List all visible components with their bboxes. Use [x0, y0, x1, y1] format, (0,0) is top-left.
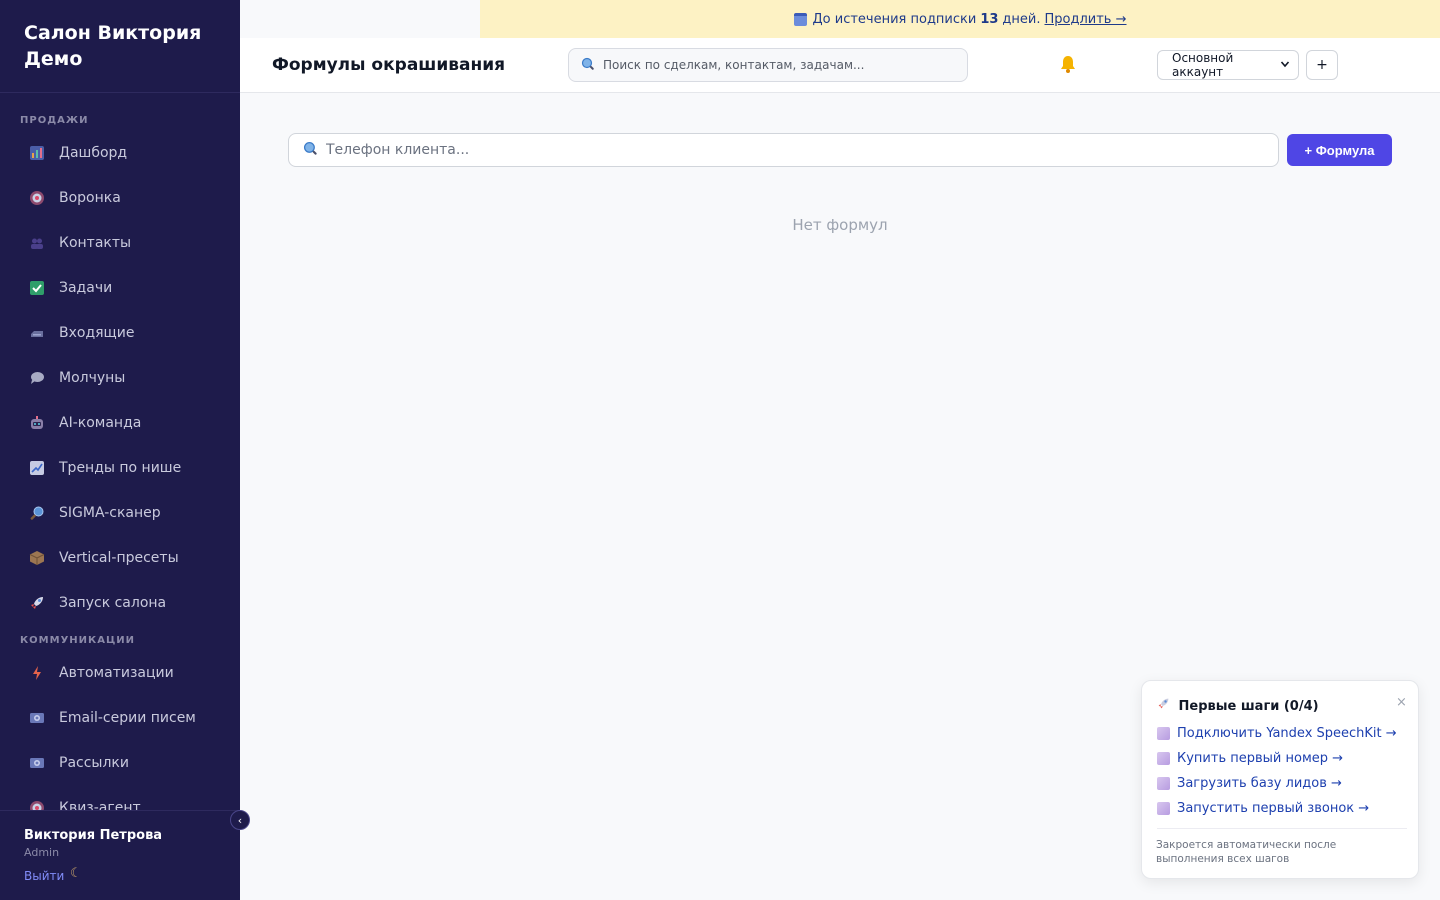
email-icon	[28, 709, 46, 727]
brand-line-1: Салон Виктория	[24, 22, 202, 44]
onboarding-step-speechkit[interactable]: Подключить Yandex SpeechKit →	[1157, 726, 1397, 741]
onboarding-step-label: Купить первый номер →	[1177, 751, 1344, 766]
users-icon	[28, 234, 46, 252]
sidebar-item-email-series[interactable]: Email-серии писем	[12, 700, 228, 736]
checkbox-icon	[1157, 777, 1170, 790]
lightning-icon	[28, 664, 46, 682]
client-phone-search[interactable]	[288, 133, 1279, 167]
sidebar-item-label: Автоматизации	[59, 665, 174, 681]
onboarding-divider	[1157, 828, 1407, 829]
sidebar-item-label: Молчуны	[59, 370, 126, 386]
robot-icon	[28, 414, 46, 432]
banner-suffix: дней.	[1002, 11, 1041, 27]
onboarding-step-buy-number[interactable]: Купить первый номер →	[1157, 751, 1343, 766]
sidebar-item-inbox[interactable]: Входящие	[12, 315, 228, 351]
onboarding-footer: Закроется автоматически после выполнения…	[1156, 839, 1337, 865]
sidebar-item-silent[interactable]: Молчуны	[12, 360, 228, 396]
sidebar-nav: ПРОДАЖИ Дашборд Воронка Контакты Задачи	[0, 93, 240, 810]
top-header: Формулы окрашивания Основной аккаунт +	[240, 38, 1440, 93]
sidebar-item-label: Дашборд	[59, 145, 128, 161]
chevron-down-icon	[1280, 58, 1290, 72]
banner-days: 13	[980, 11, 999, 27]
sidebar-item-sigma[interactable]: SIGMA-сканер	[12, 495, 228, 531]
logout-link[interactable]: Выйти	[24, 869, 64, 883]
client-phone-input[interactable]	[326, 142, 1226, 158]
global-search[interactable]	[568, 48, 968, 82]
checkbox-icon	[1157, 752, 1170, 765]
sidebar-item-tasks[interactable]: Задачи	[12, 270, 228, 306]
sidebar-item-label: Задачи	[59, 280, 113, 296]
sidebar: Салон Виктория Демо ПРОДАЖИ Дашборд Воро…	[0, 0, 240, 900]
checkbox-icon	[1157, 802, 1170, 815]
onboarding-step-label: Запустить первый звонок →	[1177, 801, 1370, 816]
sidebar-item-contacts[interactable]: Контакты	[12, 225, 228, 261]
target-icon	[28, 189, 46, 207]
search-icon	[581, 56, 595, 75]
empty-state-text: Нет формул	[792, 216, 888, 234]
speech-bubble-icon	[28, 369, 46, 387]
sidebar-item-trends[interactable]: Тренды по нише	[12, 450, 228, 486]
checkbox-icon	[28, 279, 46, 297]
sidebar-item-funnel[interactable]: Воронка	[12, 180, 228, 216]
account-select[interactable]: Основной аккаунт	[1157, 50, 1299, 80]
sidebar-item-label: Vertical-пресеты	[59, 550, 179, 566]
magnifier-icon	[28, 504, 46, 522]
onboarding-step-label: Загрузить базу лидов →	[1177, 776, 1342, 791]
add-formula-button[interactable]: + Формула	[1287, 134, 1392, 166]
account-select-value: Основной аккаунт	[1172, 51, 1234, 79]
sidebar-bottom-divider	[0, 810, 240, 811]
section-label-communications: КОММУНИКАЦИИ	[20, 635, 135, 646]
calendar-icon	[793, 12, 807, 26]
sidebar-item-quiz[interactable]: Квиз-агент	[12, 790, 228, 810]
onboarding-step-upload-leads[interactable]: Загрузить базу лидов →	[1157, 776, 1342, 791]
add-account-button[interactable]: +	[1306, 50, 1338, 80]
sidebar-item-label: Email-серии писем	[59, 710, 196, 726]
search-icon	[303, 141, 318, 160]
sidebar-item-label: Запуск салона	[59, 595, 167, 611]
checkbox-icon	[1157, 727, 1170, 740]
quiz-icon	[28, 799, 46, 810]
user-role: Admin	[24, 846, 60, 859]
trend-chart-icon	[28, 459, 46, 477]
sidebar-item-dashboard[interactable]: Дашборд	[12, 135, 228, 171]
sidebar-item-label: Рассылки	[59, 755, 129, 771]
bar-chart-icon	[28, 144, 46, 162]
onboarding-title-text: Первые шаги (0/4)	[1178, 699, 1319, 714]
close-icon[interactable]: ×	[1396, 695, 1407, 710]
user-name: Виктория Петрова	[24, 828, 163, 843]
sidebar-item-label: Квиз-агент	[59, 800, 141, 810]
sidebar-item-automations[interactable]: Автоматизации	[12, 655, 228, 691]
subscription-banner: До истечения подписки 13 дней. Продлить …	[480, 0, 1440, 38]
brand-title: Салон Виктория Демо	[24, 20, 224, 72]
sidebar-item-label: Входящие	[59, 325, 135, 341]
rocket-icon	[1157, 698, 1175, 714]
broadcast-icon	[28, 754, 46, 772]
sidebar-collapse-button[interactable]: ‹	[230, 810, 250, 830]
page-title: Формулы окрашивания	[272, 55, 506, 75]
onboarding-card: Первые шаги (0/4) × Подключить Yandex Sp…	[1141, 680, 1419, 879]
global-search-input[interactable]	[603, 58, 953, 72]
section-label-sales: ПРОДАЖИ	[20, 115, 89, 126]
inbox-icon	[28, 324, 46, 342]
sidebar-item-launch[interactable]: Запуск салона	[12, 585, 228, 621]
sidebar-item-label: Контакты	[59, 235, 132, 251]
onboarding-step-first-call[interactable]: Запустить первый звонок →	[1157, 801, 1369, 816]
sidebar-item-ai-team[interactable]: AI-команда	[12, 405, 228, 441]
bell-icon[interactable]	[1058, 54, 1078, 79]
renew-link[interactable]: Продлить →	[1045, 12, 1127, 27]
banner-prefix: До истечения подписки	[812, 11, 977, 27]
package-icon	[28, 549, 46, 567]
onboarding-title: Первые шаги (0/4)	[1157, 697, 1319, 714]
brand-line-2: Демо	[24, 48, 83, 70]
sidebar-item-vertical[interactable]: Vertical-пресеты	[12, 540, 228, 576]
sidebar-item-label: Воронка	[59, 190, 121, 206]
rocket-icon	[28, 594, 46, 612]
sidebar-item-label: Тренды по нише	[59, 460, 182, 476]
sidebar-item-label: SIGMA-сканер	[59, 505, 161, 521]
sidebar-item-label: AI-команда	[59, 415, 142, 431]
onboarding-step-label: Подключить Yandex SpeechKit →	[1177, 726, 1397, 741]
moon-icon[interactable]: ☾	[70, 866, 82, 881]
sidebar-item-broadcasts[interactable]: Рассылки	[12, 745, 228, 781]
